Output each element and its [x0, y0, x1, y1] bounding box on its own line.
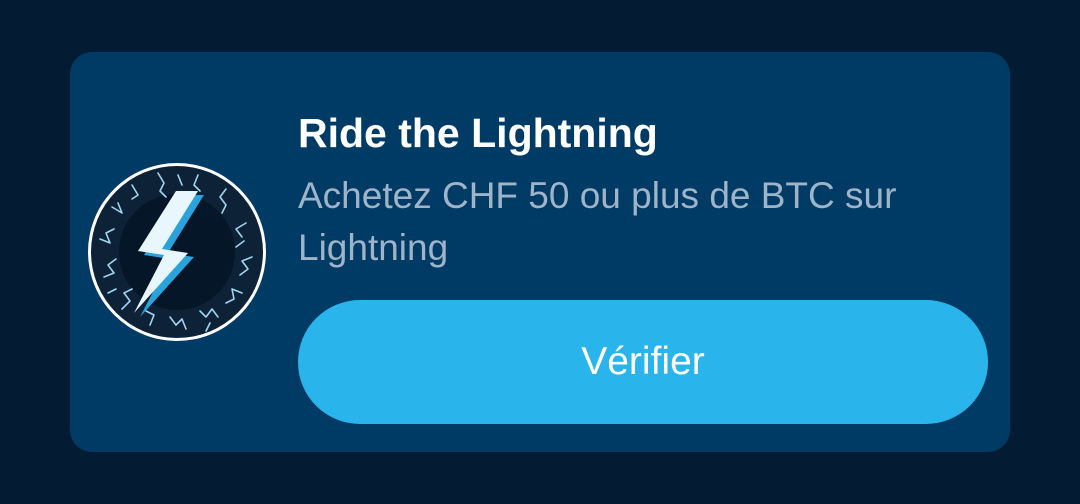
lightning-badge	[86, 161, 268, 343]
card-title: Ride the Lightning	[298, 110, 658, 156]
verify-button[interactable]: Vérifier	[298, 300, 988, 424]
card-description: Achetez CHF 50 ou plus de BTC sur Lightn…	[298, 175, 897, 268]
lightning-bolt-icon	[88, 163, 266, 341]
